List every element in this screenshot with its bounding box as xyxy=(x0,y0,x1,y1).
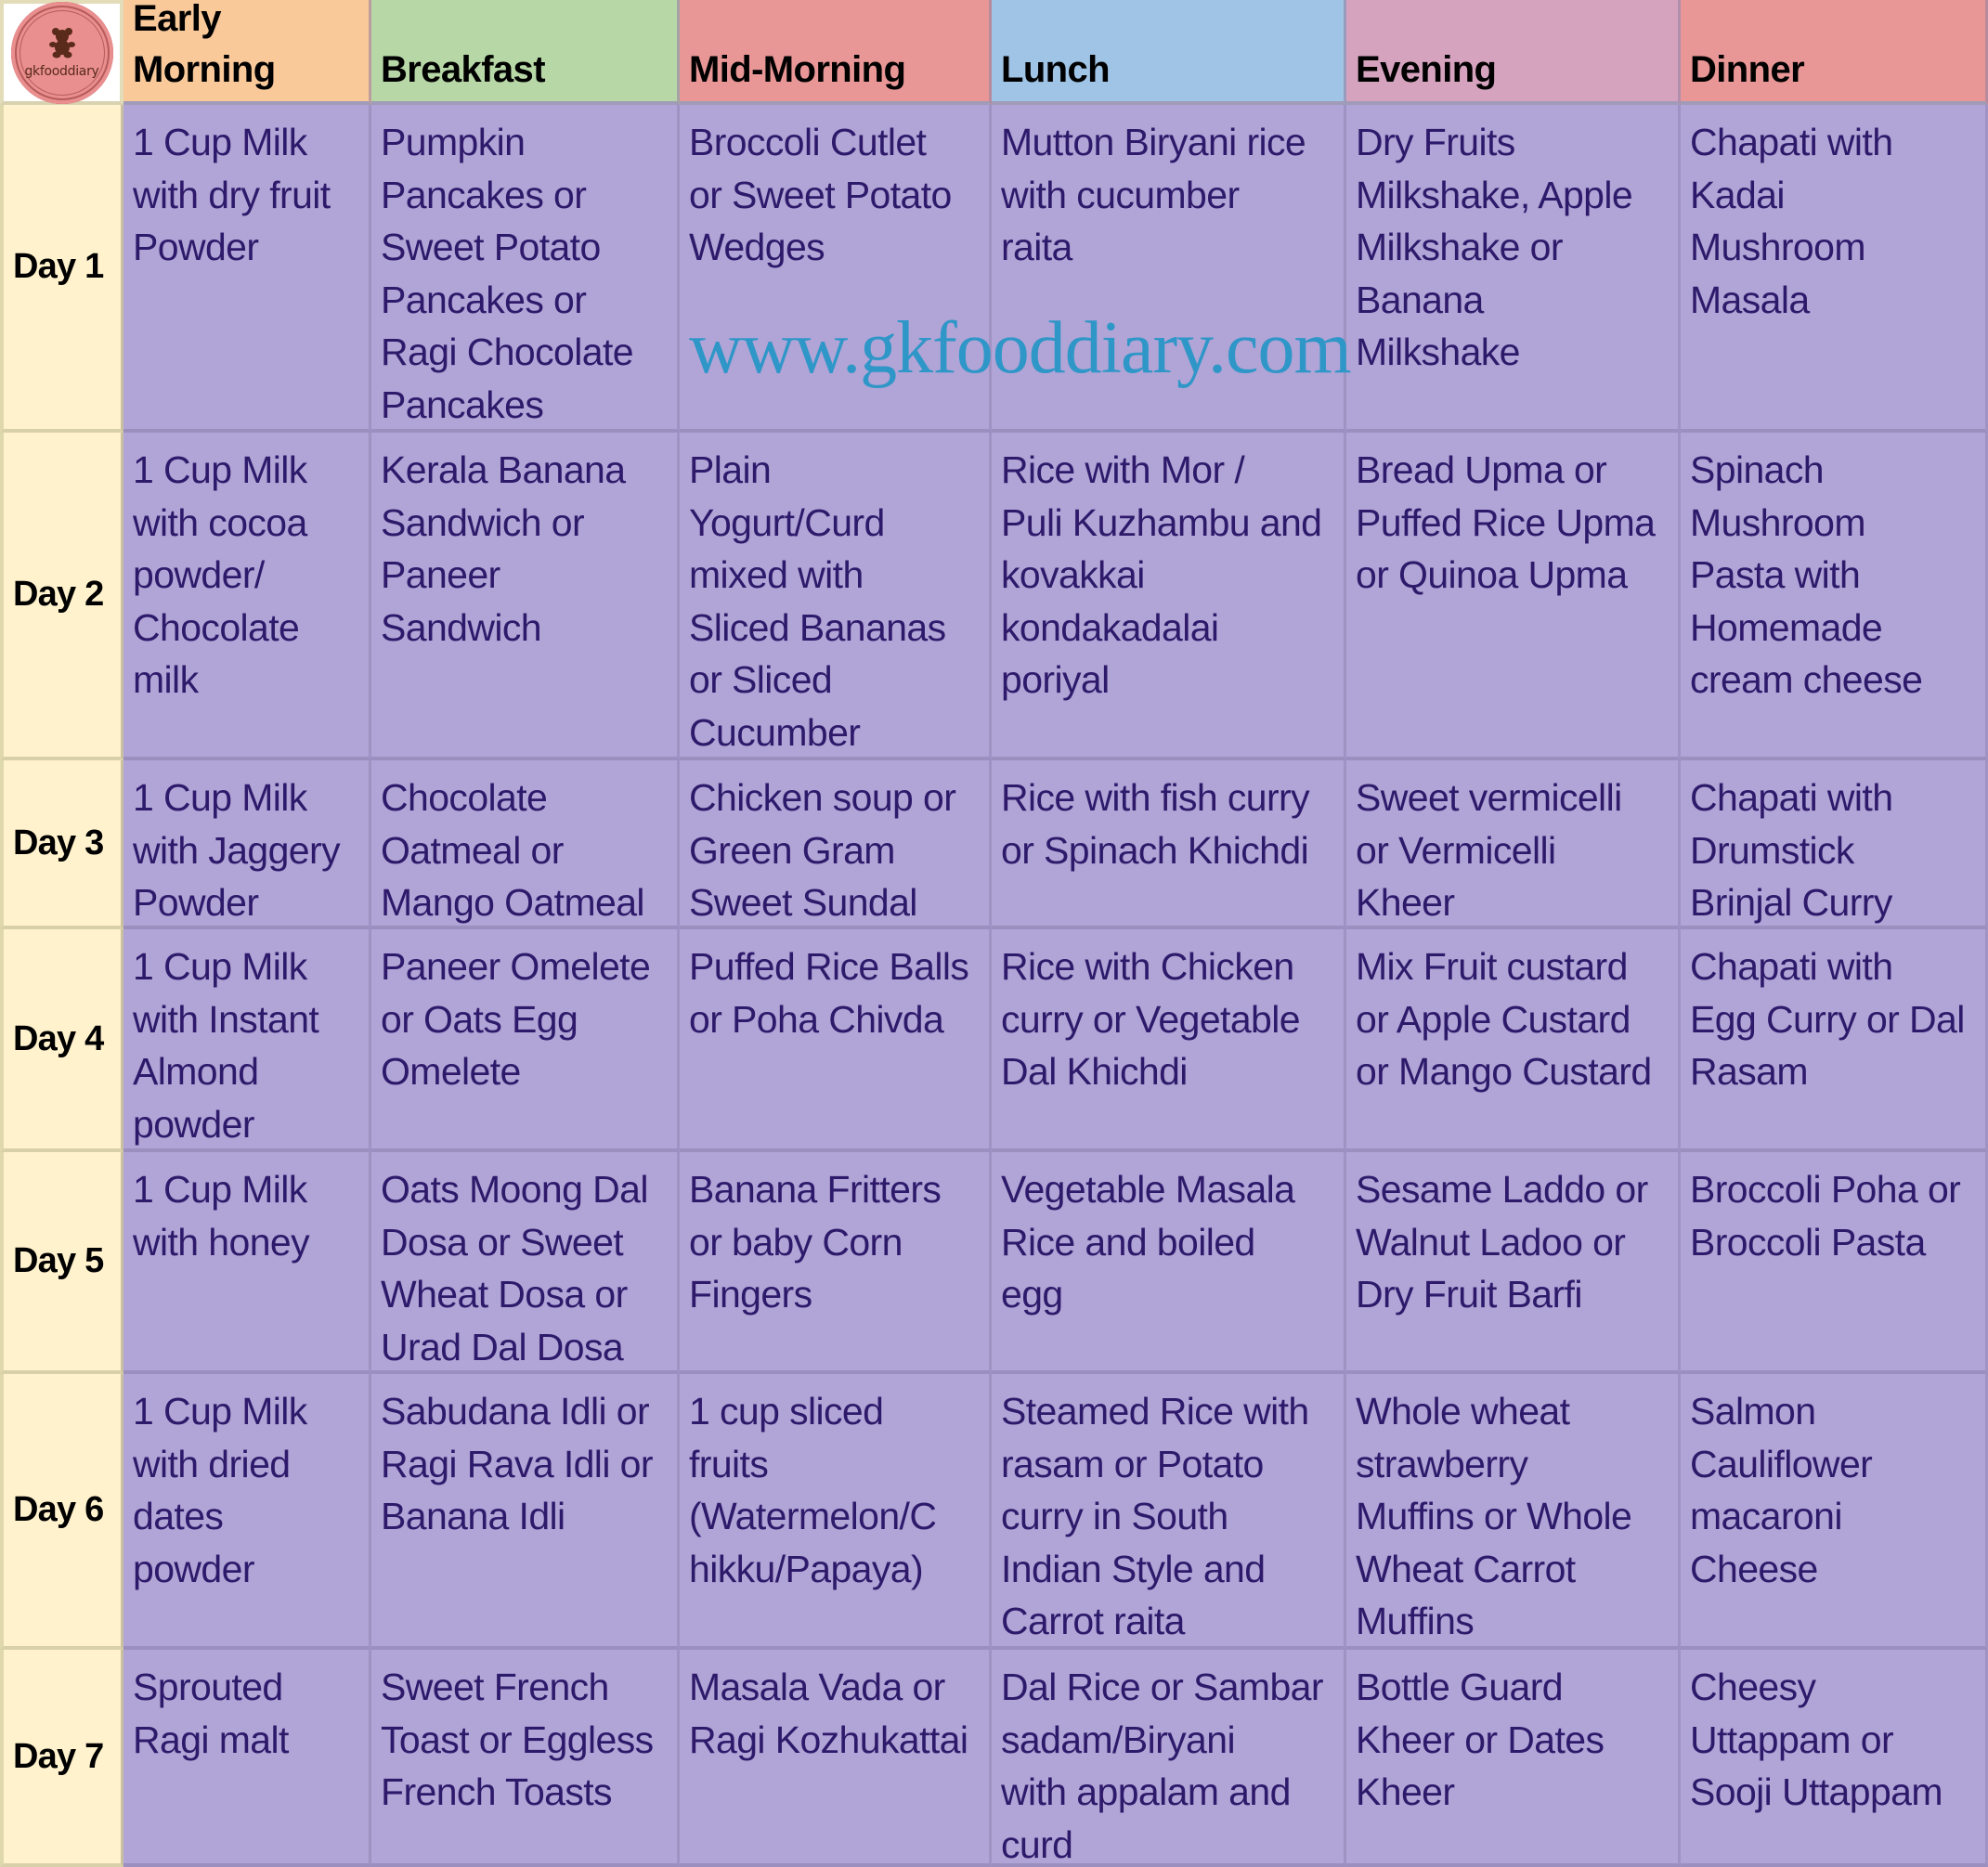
meal-cell: 1 cup sliced fruits (Watermelon/C hikku/… xyxy=(680,1374,992,1650)
header-label: Dinner xyxy=(1690,49,1805,90)
header-evening: Evening xyxy=(1346,0,1681,105)
meal-cell: Steamed Rice with rasam or Potato curry … xyxy=(992,1374,1346,1650)
meal-cell: 1 Cup Milk with dry fruit Powder xyxy=(123,105,371,433)
header-label: Mid-Morning xyxy=(689,49,906,90)
meal-cell: Cheesy Uttappam or Sooji Uttappam xyxy=(1681,1650,1988,1867)
meal-cell: 1 Cup Milk with Instant Almond powder xyxy=(123,929,371,1152)
day-label: Day 7 xyxy=(0,1650,123,1867)
header-early-morning: Early Morning xyxy=(123,0,371,105)
meal-cell: Vegetable Masala Rice and boiled egg xyxy=(992,1152,1346,1374)
header-breakfast: Breakfast xyxy=(371,0,680,105)
meal-cell: 1 Cup Milk with dried dates powder xyxy=(123,1374,371,1650)
meal-cell: Chapati with Drumstick Brinjal Curry xyxy=(1681,760,1988,929)
meal-cell: Rice with fish curry or Spinach Khichdi xyxy=(992,760,1346,929)
meal-cell: Sabudana Idli or Ragi Rava Idli or Banan… xyxy=(371,1374,680,1650)
day-label: Day 2 xyxy=(0,433,123,760)
meal-cell: Bread Upma or Puffed Rice Upma or Quinoa… xyxy=(1346,433,1681,760)
meal-cell: Broccoli Poha or Broccoli Pasta xyxy=(1681,1152,1988,1374)
header-label: Breakfast xyxy=(381,49,546,90)
meal-cell: Whole wheat strawberry Muffins or Whole … xyxy=(1346,1374,1681,1650)
header-lunch: Lunch xyxy=(992,0,1346,105)
day-label: Day 4 xyxy=(0,929,123,1152)
meal-cell: Rice with Mor / Puli Kuzhambu and kovakk… xyxy=(992,433,1346,760)
meal-cell: Banana Fritters or baby Corn Fingers xyxy=(680,1152,992,1374)
meal-cell: Mutton Biryani rice with cucumber raita xyxy=(992,105,1346,433)
meal-cell: Broccoli Cutlet or Sweet Potato Wedges xyxy=(680,105,992,433)
meal-cell: Salmon Cauliflower macaroni Cheese xyxy=(1681,1374,1988,1650)
meal-cell: Pumpkin Pancakes or Sweet Potato Pancake… xyxy=(371,105,680,433)
day-label: Day 1 xyxy=(0,105,123,433)
meal-cell: Mix Fruit custard or Apple Custard or Ma… xyxy=(1346,929,1681,1152)
header-label: Lunch xyxy=(1001,49,1111,90)
meal-cell: Rice with Chicken curry or Vegetable Dal… xyxy=(992,929,1346,1152)
meal-cell: Paneer Omelete or Oats Egg Omelete xyxy=(371,929,680,1152)
meal-cell: Chapati with Kadai Mushroom Masala xyxy=(1681,105,1988,433)
logo-cell: gkfooddiary xyxy=(0,0,123,105)
meal-cell: Oats Moong Dal Dosa or Sweet Wheat Dosa … xyxy=(371,1152,680,1374)
meal-cell: Dal Rice or Sambar sadam/Biryani with ap… xyxy=(992,1650,1346,1867)
meal-cell: Sweet French Toast or Eggless French Toa… xyxy=(371,1650,680,1867)
logo-text: gkfooddiary xyxy=(24,63,99,79)
meal-cell: Spinach Mushroom Pasta with Homemade cre… xyxy=(1681,433,1988,760)
meal-cell: Plain Yogurt/Curd mixed with Sliced Bana… xyxy=(680,433,992,760)
meal-cell: Sesame Laddo or Walnut Ladoo or Dry Frui… xyxy=(1346,1152,1681,1374)
day-label: Day 6 xyxy=(0,1374,123,1650)
meal-cell: 1 Cup Milk with Jaggery Powder xyxy=(123,760,371,929)
meal-cell: Bottle Guard Kheer or Dates Kheer xyxy=(1346,1650,1681,1867)
meal-cell: Chicken soup or Green Gram Sweet Sundal xyxy=(680,760,992,929)
header-label: Early Morning xyxy=(133,0,276,90)
meal-cell: Puffed Rice Balls or Poha Chivda xyxy=(680,929,992,1152)
meal-cell: Sprouted Ragi malt xyxy=(123,1650,371,1867)
day-label: Day 5 xyxy=(0,1152,123,1374)
meal-cell: Dry Fruits Milkshake, Apple Milkshake or… xyxy=(1346,105,1681,433)
header-dinner: Dinner xyxy=(1681,0,1988,105)
meal-cell: Masala Vada or Ragi Kozhukattai xyxy=(680,1650,992,1867)
meal-cell: Chapati with Egg Curry or Dal Rasam xyxy=(1681,929,1988,1152)
header-mid-morning: Mid-Morning xyxy=(680,0,992,105)
meal-cell: Sweet vermicelli or Vermicelli Kheer xyxy=(1346,760,1681,929)
teddy-bear-icon xyxy=(48,27,75,58)
meal-cell: 1 Cup Milk with cocoa powder/ Chocolate … xyxy=(123,433,371,760)
meal-cell: Chocolate Oatmeal or Mango Oatmeal xyxy=(371,760,680,929)
meal-cell: Kerala Banana Sandwich or Paneer Sandwic… xyxy=(371,433,680,760)
header-label: Evening xyxy=(1356,49,1497,90)
meal-cell: 1 Cup Milk with honey xyxy=(123,1152,371,1374)
day-label: Day 3 xyxy=(0,760,123,929)
brand-logo: gkfooddiary xyxy=(10,1,113,104)
meal-plan-table: gkfooddiary Early Morning Breakfast Mid-… xyxy=(0,0,1988,1867)
